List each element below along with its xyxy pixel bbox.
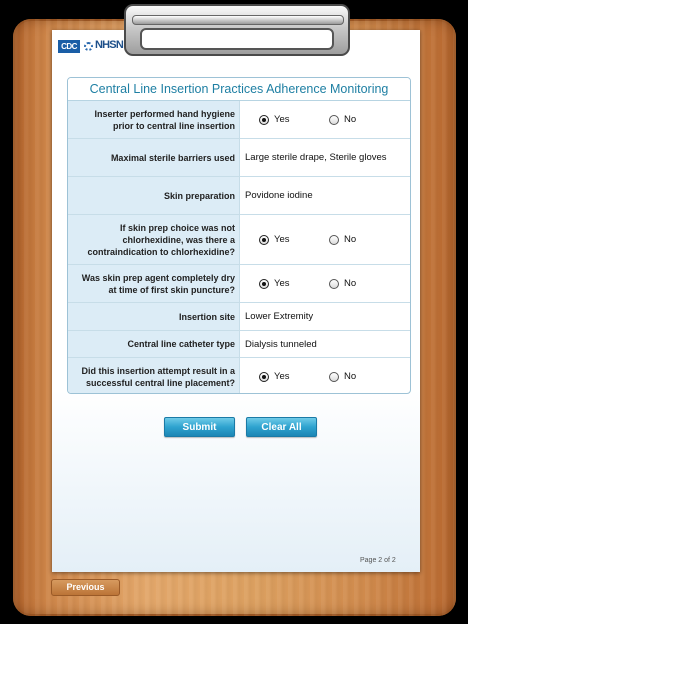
form-row-placement-success: Did this insertion attempt result in a s… bbox=[68, 358, 410, 393]
question-label: Inserter performed hand hygiene prior to… bbox=[68, 101, 240, 138]
radio-no[interactable]: No bbox=[329, 234, 356, 245]
radio-yes[interactable]: Yes bbox=[259, 371, 329, 382]
answer-cell: Yes No bbox=[240, 265, 410, 302]
form-row-chlorhexidine: If skin prep choice was not chlorhexidin… bbox=[68, 215, 410, 265]
answer-cell: Yes No bbox=[240, 101, 410, 138]
question-label: Did this insertion attempt result in a s… bbox=[68, 358, 240, 393]
radio-no[interactable]: No bbox=[329, 278, 356, 289]
form-row-catheter-type: Central line catheter type Dialysis tunn… bbox=[68, 331, 410, 358]
page-number: Page 2 of 2 bbox=[360, 557, 396, 564]
answer-text: Dialysis tunneled bbox=[245, 338, 317, 350]
radio-no[interactable]: No bbox=[329, 114, 356, 125]
question-label: If skin prep choice was not chlorhexidin… bbox=[68, 215, 240, 264]
nhsn-logo: NHSN bbox=[95, 39, 124, 51]
radio-yes-label: Yes bbox=[274, 371, 290, 382]
radio-no-label: No bbox=[344, 371, 357, 382]
answer-cell: Yes No bbox=[240, 215, 410, 264]
radio-no-label: No bbox=[344, 114, 357, 125]
question-label: Insertion site bbox=[68, 303, 240, 330]
radio-yes[interactable]: Yes bbox=[259, 278, 329, 289]
answer-text: Large sterile drape, Sterile gloves bbox=[245, 152, 387, 163]
nhsn-logo-icon bbox=[84, 42, 93, 51]
radio-unchecked-icon[interactable] bbox=[329, 234, 339, 245]
radio-no-label: No bbox=[344, 234, 357, 245]
radio-yes[interactable]: Yes bbox=[259, 114, 329, 125]
answer-text: Povidone iodine bbox=[245, 190, 313, 201]
cdc-logo: CDC bbox=[58, 40, 80, 53]
question-label: Skin preparation bbox=[68, 177, 240, 214]
question-label: Central line catheter type bbox=[68, 331, 240, 357]
answer-cell: Yes No bbox=[240, 358, 410, 393]
radio-yes-label: Yes bbox=[274, 234, 290, 245]
question-label: Maximal sterile barriers used bbox=[68, 139, 240, 176]
paper-gradient bbox=[52, 390, 420, 572]
form-title: Central Line Insertion Practices Adheren… bbox=[68, 78, 410, 101]
form-row-hand-hygiene: Inserter performed hand hygiene prior to… bbox=[68, 101, 410, 139]
form-row-insertion-site: Insertion site Lower Extremity bbox=[68, 303, 410, 331]
clip-bar bbox=[132, 15, 344, 25]
radio-yes-label: Yes bbox=[274, 278, 290, 289]
previous-button[interactable]: Previous bbox=[51, 579, 120, 596]
radio-checked-icon[interactable] bbox=[259, 278, 269, 289]
radio-yes-label: Yes bbox=[274, 114, 290, 125]
radio-unchecked-icon[interactable] bbox=[329, 371, 339, 382]
clip-form: Central Line Insertion Practices Adheren… bbox=[67, 77, 411, 394]
form-row-sterile-barriers: Maximal sterile barriers used Large ster… bbox=[68, 139, 410, 177]
radio-no[interactable]: No bbox=[329, 371, 356, 382]
radio-checked-icon[interactable] bbox=[259, 371, 269, 382]
clip-opening bbox=[140, 28, 334, 50]
radio-no-label: No bbox=[344, 278, 357, 289]
question-label: Was skin prep agent completely dry at ti… bbox=[68, 265, 240, 302]
form-row-skin-dry: Was skin prep agent completely dry at ti… bbox=[68, 265, 410, 303]
radio-checked-icon[interactable] bbox=[259, 114, 269, 125]
radio-yes[interactable]: Yes bbox=[259, 234, 329, 245]
submit-button[interactable]: Submit bbox=[164, 417, 235, 437]
clear-all-button[interactable]: Clear All bbox=[246, 417, 317, 437]
radio-checked-icon[interactable] bbox=[259, 234, 269, 245]
radio-unchecked-icon[interactable] bbox=[329, 278, 339, 289]
answer-text: Lower Extremity bbox=[245, 311, 314, 322]
form-row-skin-prep: Skin preparation Povidone iodine bbox=[68, 177, 410, 215]
radio-unchecked-icon[interactable] bbox=[329, 114, 339, 125]
